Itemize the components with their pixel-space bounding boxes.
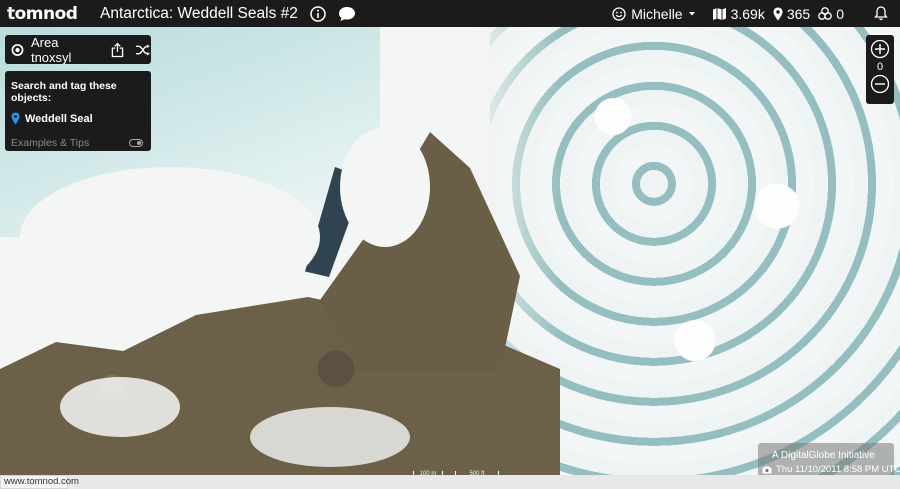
object-item-weddell-seal[interactable]: Weddell Seal bbox=[11, 112, 151, 125]
browser-status-bar bbox=[0, 475, 900, 489]
circles-icon bbox=[818, 7, 833, 20]
object-label: Weddell Seal bbox=[25, 112, 93, 125]
logo[interactable]: tomnod bbox=[0, 4, 94, 24]
map-pin-icon bbox=[773, 7, 783, 20]
camera-icon bbox=[762, 465, 772, 473]
info-icon[interactable] bbox=[310, 5, 326, 22]
examples-tips-label: Examples & Tips bbox=[11, 137, 90, 149]
map-icon bbox=[712, 7, 726, 20]
target-icon[interactable] bbox=[11, 43, 24, 57]
examples-toggle[interactable] bbox=[129, 139, 143, 147]
caret-down-icon bbox=[688, 11, 695, 15]
search-objects-panel: Search and tag these objects: Weddell Se… bbox=[5, 71, 151, 151]
area-name: Area tnoxsyl bbox=[30, 34, 72, 65]
share-icon[interactable] bbox=[111, 42, 124, 58]
attribution-provider: A DigitalGlobe Initiative bbox=[772, 450, 875, 461]
user-menu[interactable]: Michelle bbox=[612, 6, 695, 22]
campaign-title: Antarctica: Weddell Seals #2 bbox=[100, 4, 298, 22]
stat-third-value: 0 bbox=[836, 5, 844, 22]
attribution-date: Thu 11/10/2011 8:58 PM UTC bbox=[776, 464, 900, 475]
examples-tips-row[interactable]: Examples & Tips bbox=[11, 137, 143, 149]
stat-third: 0 bbox=[818, 6, 844, 22]
bell-icon[interactable] bbox=[874, 6, 888, 21]
user-name: Michelle bbox=[631, 5, 683, 22]
zoom-in-button[interactable] bbox=[870, 39, 890, 59]
stat-area-covered: 3.69k bbox=[712, 6, 765, 22]
status-url: www.tomnod.com bbox=[0, 475, 79, 489]
zoom-out-button[interactable] bbox=[870, 74, 890, 94]
map-pin-icon bbox=[11, 112, 20, 125]
top-bar: tomnod Antarctica: Weddell Seals #2 Mich… bbox=[0, 0, 900, 27]
stat-area-value: 3.69k bbox=[730, 5, 765, 22]
stat-tags-value: 365 bbox=[786, 5, 811, 22]
shuffle-icon[interactable] bbox=[135, 43, 151, 57]
smiley-icon bbox=[612, 6, 626, 21]
chat-icon[interactable] bbox=[338, 6, 356, 22]
search-heading: Search and tag these objects: bbox=[11, 80, 117, 104]
zoom-control: 0 bbox=[866, 35, 894, 104]
stat-tags: 365 bbox=[773, 6, 810, 22]
attribution-date-row: Thu 11/10/2011 8:58 PM UTC bbox=[762, 464, 900, 475]
zoom-level: 0 bbox=[876, 61, 884, 73]
area-panel: Area tnoxsyl bbox=[5, 34, 151, 65]
